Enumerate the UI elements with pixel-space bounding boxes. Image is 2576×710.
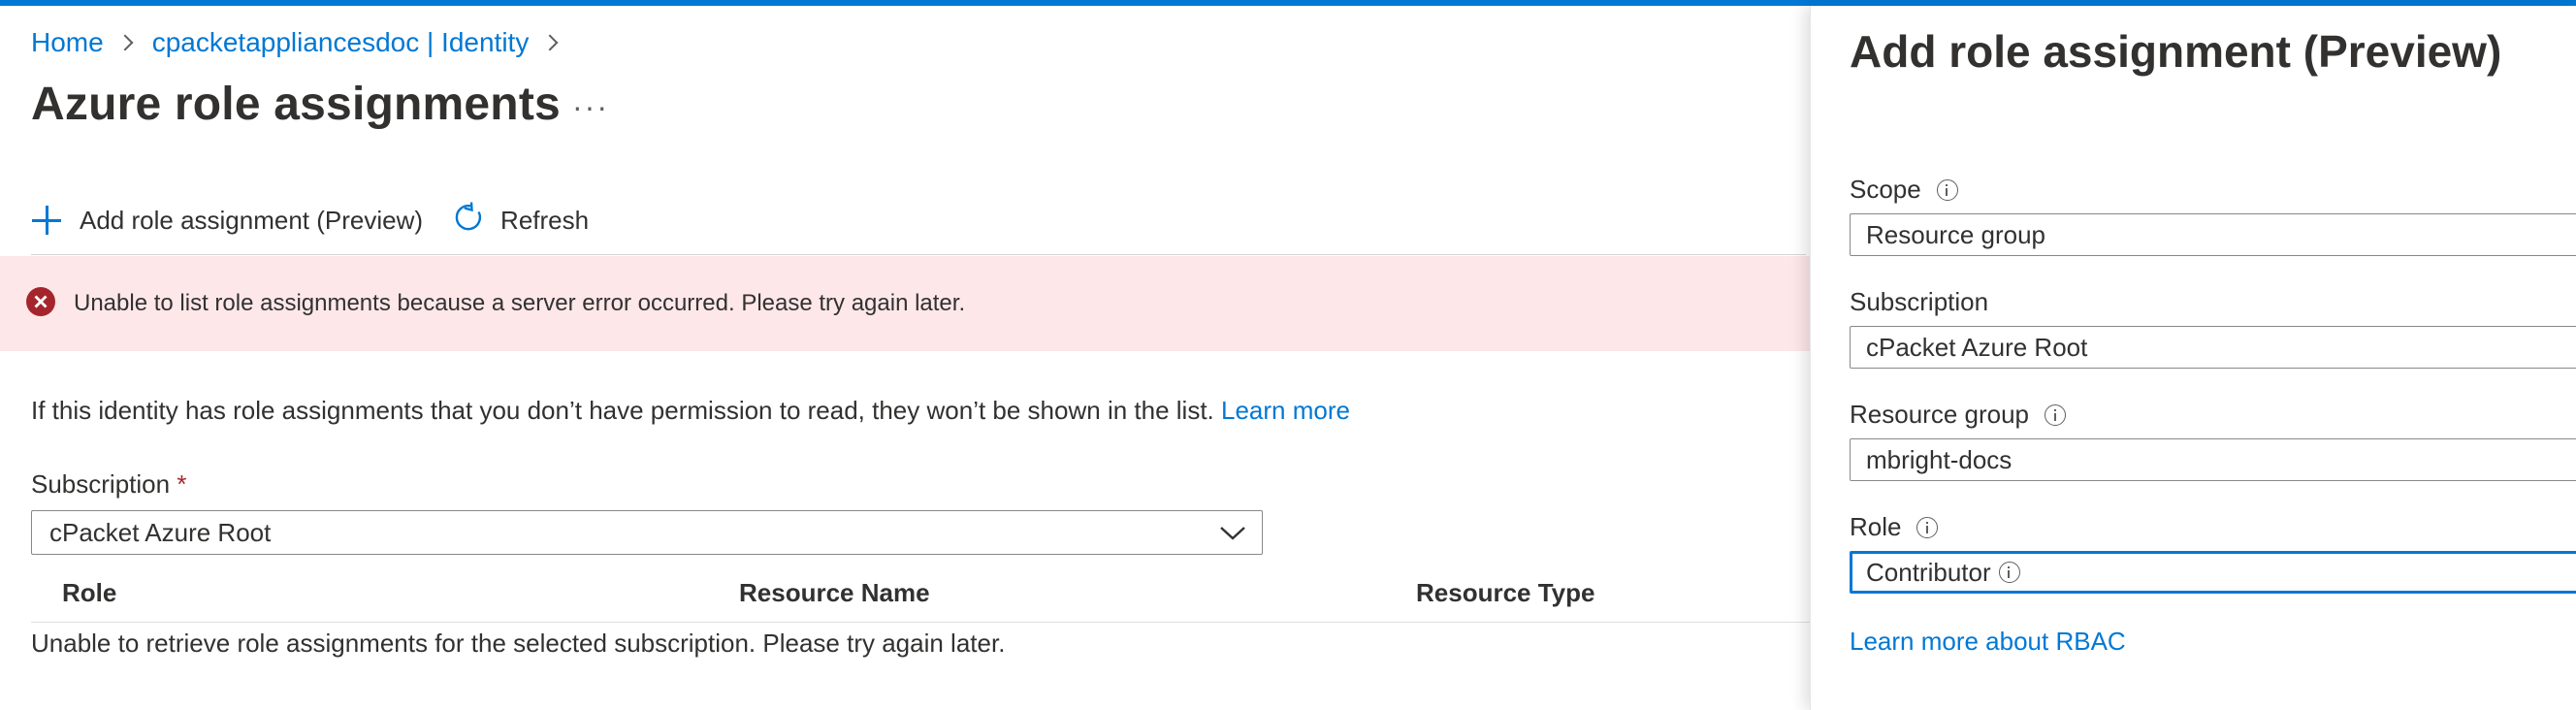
- add-role-assignment-label: Add role assignment (Preview): [80, 205, 424, 235]
- subscription-field-value: cPacket Azure Root: [1866, 332, 2088, 362]
- refresh-icon: [452, 201, 485, 241]
- subscription-field-label: Subscription: [1850, 287, 1988, 317]
- learn-more-link[interactable]: Learn more: [1221, 396, 1350, 425]
- error-message: Unable to list role assignments because …: [74, 290, 966, 316]
- breadcrumb-home[interactable]: Home: [31, 27, 104, 58]
- scope-label-text: Scope: [1850, 175, 1921, 204]
- subscription-value: cPacket Azure Root: [49, 517, 272, 547]
- subscription-field[interactable]: cPacket Azure Root: [1850, 326, 2576, 369]
- add-role-assignment-button[interactable]: Add role assignment (Preview): [31, 205, 423, 236]
- chevron-down-icon: [1219, 521, 1246, 551]
- subscription-field-label-text: Subscription: [1850, 287, 1989, 316]
- scope-label: Scope: [1850, 175, 1958, 205]
- breadcrumb-identity[interactable]: cpacketappliancesdoc | Identity: [152, 27, 530, 58]
- scope-value: Resource group: [1866, 219, 2045, 249]
- info-icon[interactable]: [1936, 178, 1958, 201]
- toolbar-divider: [31, 254, 1806, 255]
- resource-group-value: mbright-docs: [1866, 444, 2012, 474]
- resource-group-field[interactable]: mbright-docs: [1850, 438, 2576, 481]
- refresh-button[interactable]: Refresh: [452, 201, 589, 241]
- column-header-resource-type[interactable]: Resource Type: [1416, 578, 1594, 608]
- chevron-right-icon: [116, 34, 134, 51]
- role-label: Role: [1850, 512, 1939, 542]
- breadcrumb: Home cpacketappliancesdoc | Identity: [31, 25, 577, 60]
- add-role-assignment-panel: Add role assignment (Preview) Scope Reso…: [1810, 6, 2576, 710]
- learn-more-rbac-link[interactable]: Learn more about RBAC: [1850, 627, 2126, 657]
- permission-info-text: If this identity has role assignments th…: [31, 396, 1214, 425]
- plus-icon: [31, 205, 62, 236]
- required-marker: *: [177, 469, 187, 499]
- subscription-label-text: Subscription: [31, 469, 171, 499]
- refresh-label: Refresh: [500, 205, 590, 235]
- scope-field[interactable]: Resource group: [1850, 213, 2576, 256]
- info-icon[interactable]: [1916, 516, 1939, 538]
- role-value: Contributor: [1866, 557, 1991, 587]
- column-header-role[interactable]: Role: [62, 578, 116, 608]
- resource-group-label: Resource group: [1850, 400, 2066, 430]
- panel-title: Add role assignment (Preview): [1850, 26, 2502, 77]
- resource-group-label-text: Resource group: [1850, 400, 2029, 429]
- role-label-text: Role: [1850, 512, 1902, 541]
- page-title: Azure role assignments: [31, 79, 561, 130]
- grid-header: Role Resource Name Resource Type: [31, 568, 1810, 623]
- error-icon: [25, 286, 56, 322]
- info-icon[interactable]: [2045, 403, 2066, 426]
- subscription-label: Subscription *: [31, 469, 186, 500]
- column-header-resource-name[interactable]: Resource Name: [739, 578, 930, 608]
- subscription-dropdown[interactable]: cPacket Azure Root: [31, 510, 1263, 555]
- permission-info: If this identity has role assignments th…: [31, 396, 1350, 426]
- chevron-right-icon: [541, 34, 559, 51]
- info-icon[interactable]: [1998, 562, 2020, 583]
- grid-empty-message: Unable to retrieve role assignments for …: [31, 629, 1006, 658]
- role-field[interactable]: Contributor: [1850, 551, 2576, 594]
- command-bar: Add role assignment (Preview) Refresh: [31, 198, 618, 242]
- more-icon[interactable]: ···: [572, 89, 609, 125]
- error-banner: Unable to list role assignments because …: [0, 256, 1810, 351]
